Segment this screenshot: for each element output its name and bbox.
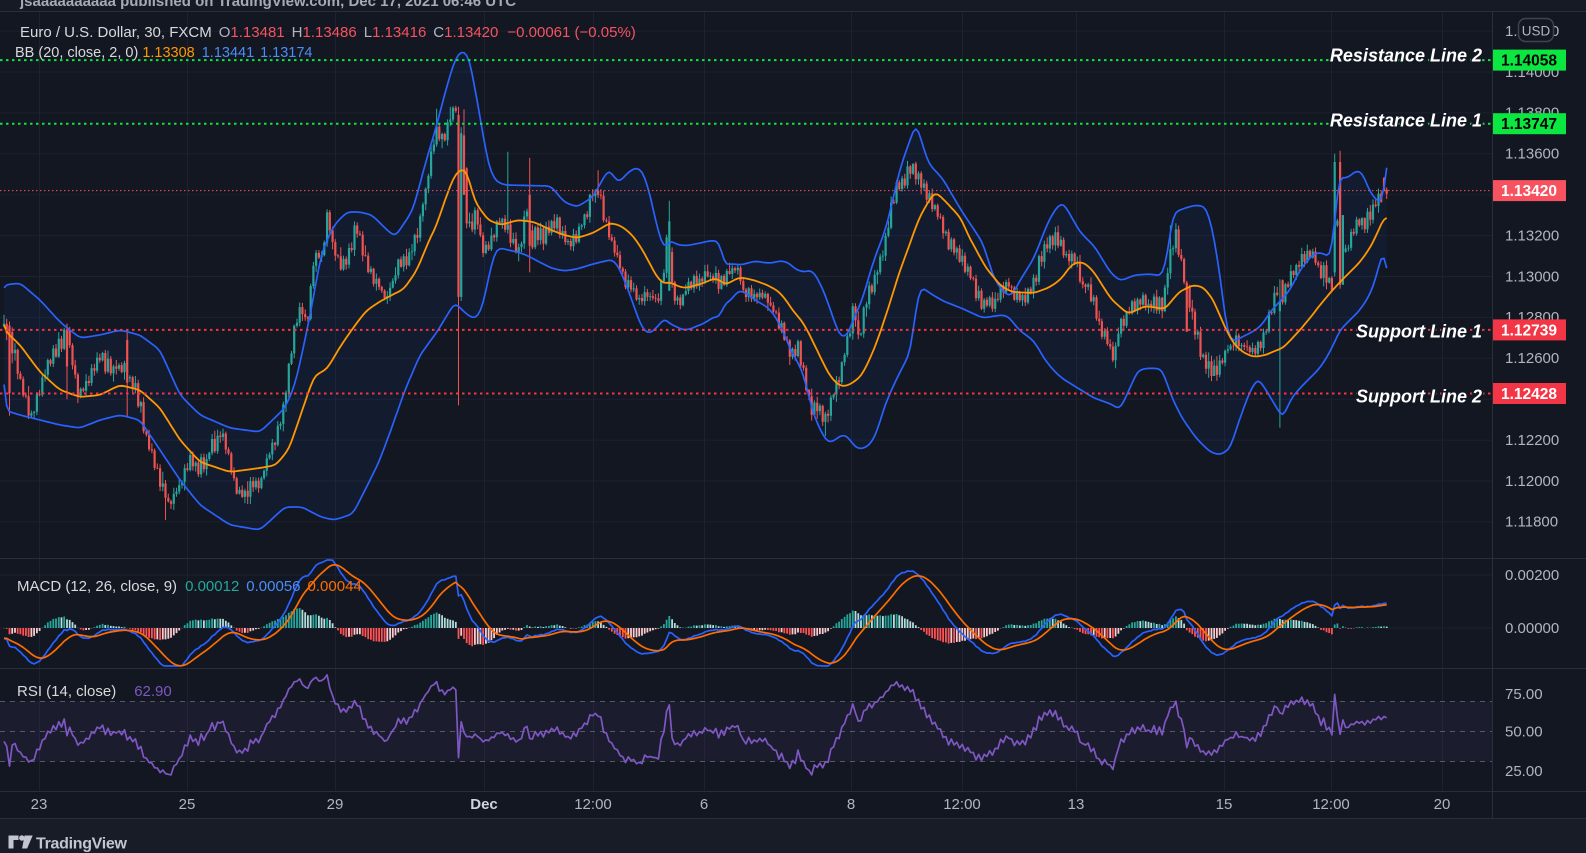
svg-text:20: 20 [1434, 796, 1451, 813]
svg-text:RSI (14, close)62.90: RSI (14, close) 62.90 [17, 683, 172, 700]
svg-text:12:00: 12:00 [1312, 796, 1350, 813]
svg-text:1.12000: 1.12000 [1505, 473, 1559, 490]
svg-text:Euro / U.S. Dollar, 30, FXCMO1: Euro / U.S. Dollar, 30, FXCM O1.13481 H1.1… [20, 24, 636, 41]
svg-text:Support Line 2: Support Line 2 [1356, 387, 1482, 407]
svg-text:jsaaaaaaaaaa published on Trad: jsaaaaaaaaaa published on TradingView.co… [19, 0, 516, 10]
svg-text:23: 23 [31, 796, 48, 813]
svg-text:25: 25 [179, 796, 196, 813]
svg-text:1.13420: 1.13420 [1501, 183, 1557, 200]
svg-text:1.13747: 1.13747 [1501, 116, 1557, 133]
svg-text:BB (20, close, 2, 0)1.133081.1: BB (20, close, 2, 0) 1.13308 1.13441 1.1317… [15, 45, 313, 61]
svg-text:1.12739: 1.12739 [1501, 322, 1557, 339]
svg-text:1.12200: 1.12200 [1505, 432, 1559, 449]
svg-text:12:00: 12:00 [943, 796, 981, 813]
svg-text:1.11800: 1.11800 [1505, 514, 1558, 531]
svg-text:50.00: 50.00 [1505, 723, 1543, 740]
svg-text:6: 6 [700, 796, 708, 813]
svg-text:USD: USD [1522, 24, 1551, 39]
svg-text:25.00: 25.00 [1505, 763, 1543, 780]
svg-text:Support Line 1: Support Line 1 [1356, 322, 1482, 342]
svg-text:13: 13 [1068, 796, 1085, 813]
svg-text:8: 8 [847, 796, 855, 813]
svg-text:29: 29 [327, 796, 344, 813]
svg-text:Dec: Dec [470, 796, 498, 813]
svg-text:MACD (12, 26, close, 9)0.00012: MACD (12, 26, close, 9) 0.00012 0.00056 0.0… [17, 578, 362, 595]
svg-text:12:00: 12:00 [574, 796, 612, 813]
svg-text:1.13000: 1.13000 [1505, 268, 1559, 285]
svg-text:1.12428: 1.12428 [1501, 386, 1557, 403]
svg-text:1.14058: 1.14058 [1501, 53, 1557, 70]
svg-text:1.13600: 1.13600 [1505, 146, 1559, 163]
svg-text:Resistance Line 2: Resistance Line 2 [1330, 46, 1482, 66]
svg-text:TradingView: TradingView [36, 836, 128, 853]
svg-text:1.13200: 1.13200 [1505, 227, 1559, 244]
svg-text:1.12600: 1.12600 [1505, 350, 1559, 367]
svg-text:15: 15 [1216, 796, 1233, 813]
svg-text:0.00000: 0.00000 [1505, 620, 1559, 637]
svg-text:75.00: 75.00 [1505, 686, 1543, 703]
svg-text:Resistance Line 1: Resistance Line 1 [1330, 111, 1482, 131]
svg-text:0.00200: 0.00200 [1505, 567, 1559, 584]
